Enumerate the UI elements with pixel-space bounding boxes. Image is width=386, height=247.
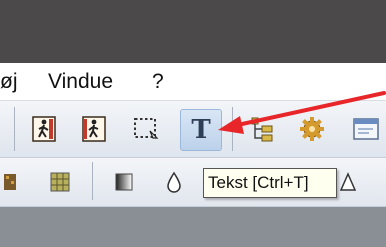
annotation-arrow-icon: [218, 91, 386, 134]
